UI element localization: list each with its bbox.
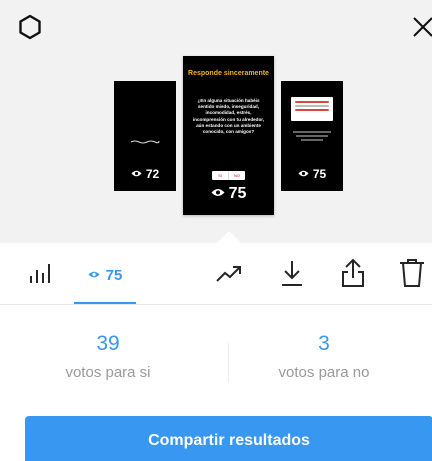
bar-chart-icon[interactable] — [25, 257, 57, 289]
story-preview-area: 72 Responde sinceramente ¿En alguna situ… — [0, 0, 432, 243]
yes-label: votos para si — [65, 364, 151, 381]
trending-up-icon[interactable] — [213, 257, 245, 289]
story-question-title: Responde sinceramente — [188, 70, 269, 77]
story-center-views: 75 — [183, 185, 274, 203]
viewers-count: 75 — [105, 267, 123, 284]
no-count: 3 — [318, 332, 330, 355]
poll-results: 39 votos para si 3 votos para no — [0, 330, 432, 400]
selection-pointer — [217, 231, 241, 243]
story-thumbnail-right[interactable]: 75 — [281, 81, 343, 191]
story-left-views: 72 — [114, 167, 176, 181]
share-results-button[interactable]: Compartir resultados — [25, 416, 432, 461]
download-icon[interactable] — [276, 257, 308, 289]
poll-card-graphic — [291, 97, 333, 121]
no-label: votos para no — [278, 364, 370, 381]
story-right-views: 75 — [281, 167, 343, 181]
close-icon[interactable] — [410, 14, 432, 40]
text-lines-graphic — [293, 131, 331, 141]
mini-poll-yes: SI — [212, 171, 229, 180]
result-yes: 39 votos para si — [0, 330, 216, 381]
share-icon[interactable] — [337, 257, 369, 289]
eye-icon — [131, 167, 142, 181]
tab-viewers[interactable]: 75 — [74, 257, 136, 301]
story-question-text: ¿En alguna situación habéis sentido mied… — [192, 98, 265, 135]
result-no: 3 votos para no — [216, 330, 432, 381]
story-thumbnail-left[interactable]: 72 — [114, 81, 176, 191]
yes-count: 39 — [96, 332, 120, 355]
scribble-graphic — [130, 140, 160, 144]
eye-icon — [298, 167, 309, 181]
story-thumbnail-center[interactable]: Responde sinceramente ¿En alguna situaci… — [183, 56, 274, 215]
mini-poll-no: NO — [234, 173, 240, 178]
settings-icon[interactable] — [17, 14, 43, 40]
toolbar: 75 — [0, 243, 432, 303]
divider — [0, 304, 432, 305]
trash-icon[interactable] — [396, 257, 428, 289]
eye-icon — [88, 268, 100, 282]
eye-icon — [211, 185, 225, 203]
mini-poll-sticker: SI NO — [212, 171, 245, 180]
